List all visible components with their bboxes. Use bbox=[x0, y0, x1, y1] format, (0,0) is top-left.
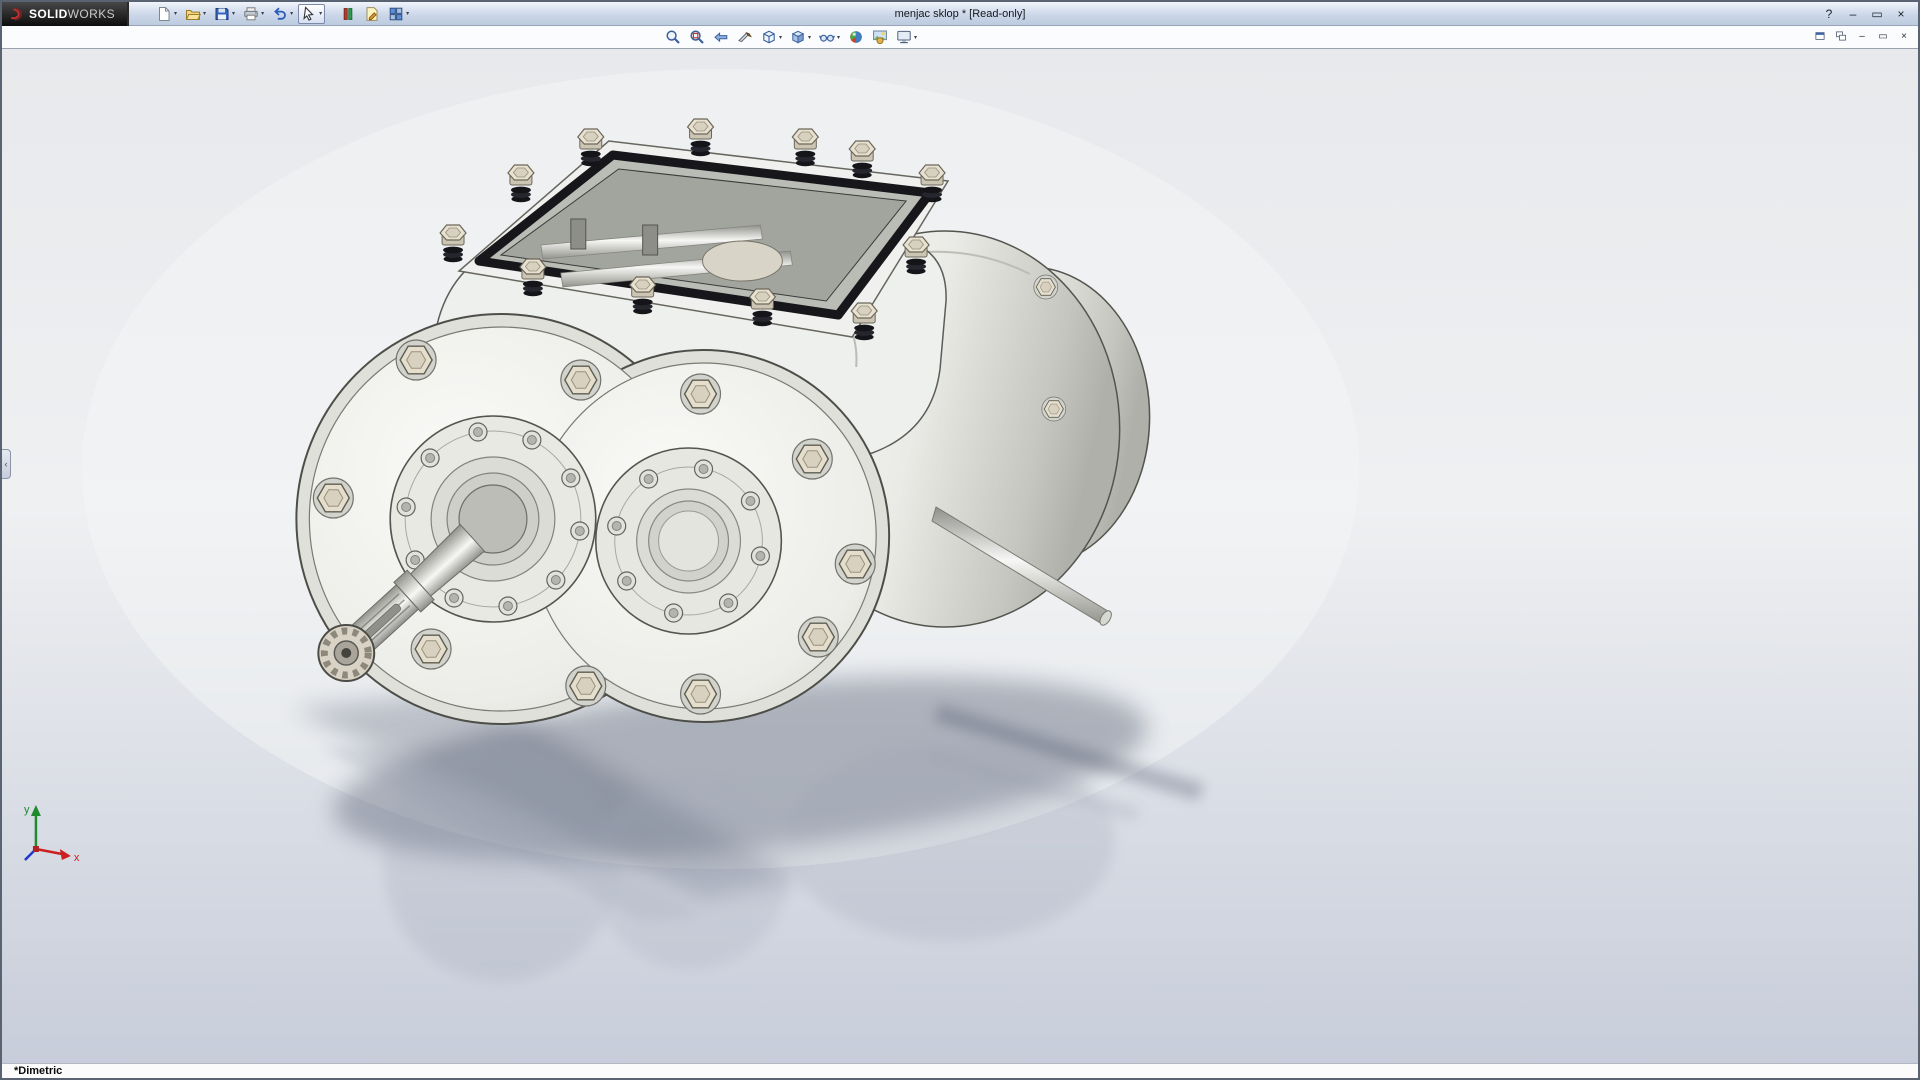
triad-y-label: y bbox=[24, 804, 30, 816]
dropdown-arrow-icon[interactable]: ▾ bbox=[261, 10, 264, 17]
new-icon bbox=[156, 6, 172, 22]
output-flange[interactable] bbox=[596, 448, 782, 634]
statusbar: *Dimetric bbox=[2, 1063, 1918, 1078]
doc-restore-button-glyph: ▭ bbox=[1878, 31, 1887, 42]
filter-icon bbox=[340, 6, 356, 22]
docwin-icon bbox=[1814, 30, 1826, 42]
hide-show-items-button[interactable]: ▾ bbox=[816, 27, 843, 47]
undo-icon bbox=[272, 6, 288, 22]
dropdown-arrow-icon[interactable]: ▾ bbox=[808, 34, 811, 41]
close-button-glyph: × bbox=[1897, 8, 1904, 20]
selection-filter-button[interactable] bbox=[337, 4, 359, 24]
print-button[interactable]: ▾ bbox=[240, 4, 267, 24]
prevview-icon bbox=[713, 29, 729, 45]
main-toolbar: ▾ ▾ ▾ ▾ ▾ ▾ ▾ bbox=[153, 4, 412, 24]
save-icon bbox=[214, 6, 230, 22]
triad-x-label: x bbox=[74, 852, 80, 864]
doc-close-button-glyph: × bbox=[1901, 31, 1907, 42]
select-tool-button[interactable]: ▾ bbox=[298, 4, 325, 24]
window-controls: ? – ▭ × bbox=[1820, 2, 1910, 26]
docwin2-icon bbox=[1835, 30, 1847, 42]
dropdown-arrow-icon[interactable]: ▾ bbox=[232, 10, 235, 17]
dropdown-arrow-icon[interactable]: ▾ bbox=[837, 34, 840, 41]
zoom-to-area-button[interactable] bbox=[686, 27, 708, 47]
close-button[interactable]: × bbox=[1892, 5, 1910, 23]
scene-icon bbox=[872, 29, 888, 45]
featuremanager-collapsed-tab[interactable]: ‹ bbox=[2, 449, 11, 479]
dropdown-arrow-icon[interactable]: ▾ bbox=[290, 10, 293, 17]
expand-arrow-icon: ‹ bbox=[5, 459, 8, 469]
doc-window-b-button[interactable] bbox=[1833, 28, 1849, 44]
viewsettings-icon bbox=[896, 29, 912, 45]
view-orientation-button[interactable]: ▾ bbox=[758, 27, 785, 47]
section-view-button[interactable] bbox=[734, 27, 756, 47]
options-button[interactable]: ▾ bbox=[385, 4, 412, 24]
dassault-ds-icon bbox=[8, 6, 24, 22]
3d-scene[interactable]: y x bbox=[2, 49, 1918, 1063]
dropdown-arrow-icon[interactable]: ▾ bbox=[779, 34, 782, 41]
solidworks-window: SOLIDWORKS ▾ ▾ ▾ ▾ ▾ ▾ ▾ menjac sklop * [Read-… bbox=[0, 0, 1920, 1080]
hideshow-icon bbox=[819, 29, 835, 45]
dropdown-arrow-icon[interactable]: ▾ bbox=[203, 10, 206, 17]
titlebar: SOLIDWORKS ▾ ▾ ▾ ▾ ▾ ▾ ▾ menjac sklop * [Read-… bbox=[2, 2, 1918, 26]
zoomarea-icon bbox=[689, 29, 705, 45]
doc-window-a-button[interactable] bbox=[1812, 28, 1828, 44]
help-button-glyph: ? bbox=[1826, 8, 1833, 20]
dropdown-arrow-icon[interactable]: ▾ bbox=[406, 10, 409, 17]
display-style-button[interactable]: ▾ bbox=[787, 27, 814, 47]
zoomfit-icon bbox=[665, 29, 681, 45]
open-icon bbox=[185, 6, 201, 22]
appearance-icon bbox=[848, 29, 864, 45]
document-window-controls: – ▭ × bbox=[1812, 28, 1912, 44]
dropdown-arrow-icon[interactable]: ▾ bbox=[319, 10, 322, 17]
new-document-button[interactable]: ▾ bbox=[153, 4, 180, 24]
restore-button[interactable]: ▭ bbox=[1868, 5, 1886, 23]
solidworks-logo: SOLIDWORKS bbox=[2, 2, 129, 26]
open-button[interactable]: ▾ bbox=[182, 4, 209, 24]
zoom-to-fit-button[interactable] bbox=[662, 27, 684, 47]
view-orientation-label: *Dimetric bbox=[14, 1065, 62, 1077]
apply-scene-button[interactable] bbox=[869, 27, 891, 47]
doc-minimize-button-glyph: – bbox=[1859, 31, 1865, 42]
displaystyle-icon bbox=[790, 29, 806, 45]
restore-button-glyph: ▭ bbox=[1871, 8, 1882, 20]
doc-restore-button[interactable]: ▭ bbox=[1875, 28, 1891, 44]
print-icon bbox=[243, 6, 259, 22]
doc-close-button[interactable]: × bbox=[1896, 28, 1912, 44]
graphics-area[interactable]: y x ‹ bbox=[2, 49, 1918, 1063]
edit-appearance-button[interactable] bbox=[845, 27, 867, 47]
undo-button[interactable]: ▾ bbox=[269, 4, 296, 24]
brand-text: SOLIDWORKS bbox=[29, 7, 115, 21]
heads-up-view-toolbar: ▾ ▾ ▾ ▾ bbox=[662, 27, 920, 47]
doc-minimize-button[interactable]: – bbox=[1854, 28, 1870, 44]
file-properties-button[interactable] bbox=[361, 4, 383, 24]
options-icon bbox=[388, 6, 404, 22]
document-toolbar-row: ▾ ▾ ▾ ▾ – ▭ × bbox=[2, 26, 1918, 49]
section-icon bbox=[737, 29, 753, 45]
dropdown-arrow-icon[interactable]: ▾ bbox=[174, 10, 177, 17]
select-icon bbox=[301, 6, 317, 22]
help-button[interactable]: ? bbox=[1820, 5, 1838, 23]
minimize-button[interactable]: – bbox=[1844, 5, 1862, 23]
vieworient-icon bbox=[761, 29, 777, 45]
previous-view-button[interactable] bbox=[710, 27, 732, 47]
save-button[interactable]: ▾ bbox=[211, 4, 238, 24]
window-title: menjac sklop * [Read-only] bbox=[895, 8, 1026, 20]
dropdown-arrow-icon[interactable]: ▾ bbox=[914, 34, 917, 41]
props-icon bbox=[364, 6, 380, 22]
input-shaft-spline-end bbox=[318, 625, 374, 681]
minimize-button-glyph: – bbox=[1850, 8, 1857, 20]
view-settings-button[interactable]: ▾ bbox=[893, 27, 920, 47]
